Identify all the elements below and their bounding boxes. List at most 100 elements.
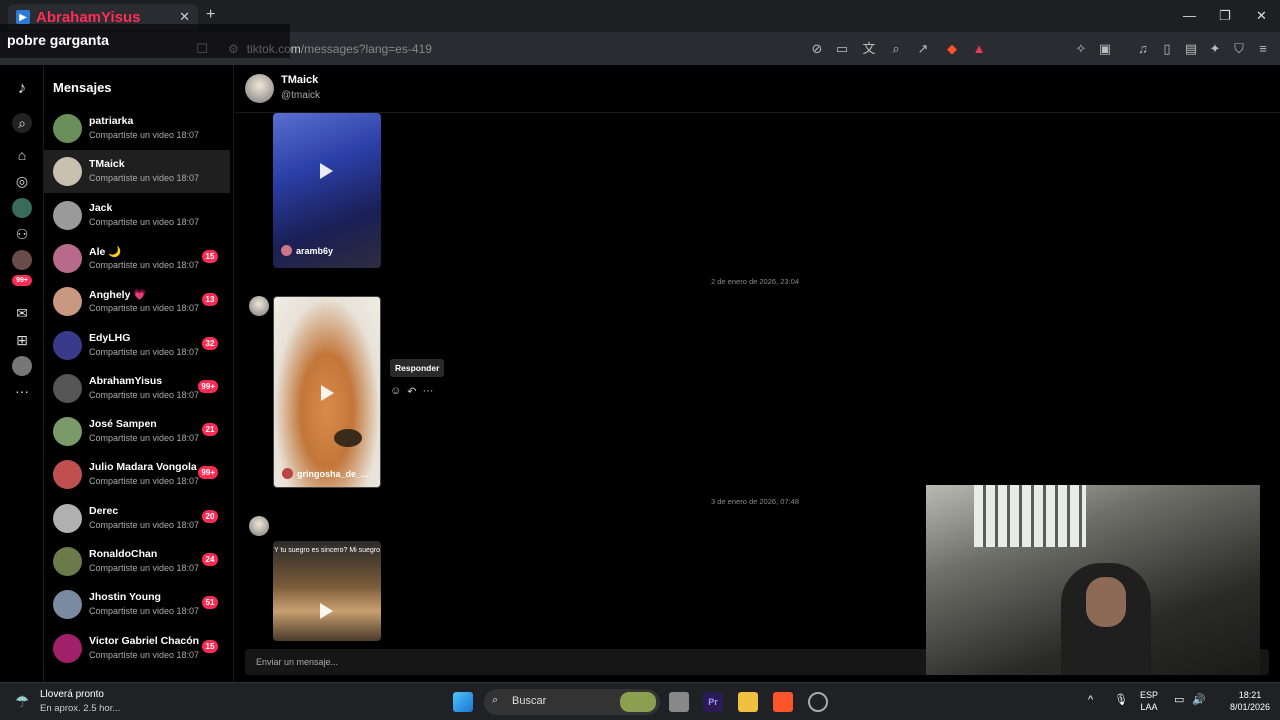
conversation-item[interactable]: AbrahamYisus Compartiste un video 18:07 99… [44, 367, 230, 410]
tab-manager-icon[interactable]: ▣ [1097, 41, 1113, 57]
play-icon [320, 603, 333, 619]
close-window-button[interactable]: ✕ [1256, 8, 1267, 24]
conversation-preview: Compartiste un video 18:07 [89, 606, 200, 617]
conversation-name: Victor Gabriel Chacón [89, 634, 200, 647]
conversation-preview: Compartiste un video 18:07 [89, 389, 200, 400]
vpn-icon[interactable]: ⛉ [1231, 41, 1247, 57]
home-icon[interactable]: ⌂ [12, 145, 32, 165]
message-avatar[interactable] [249, 516, 269, 536]
conversation-item[interactable]: Derec Compartiste un video 18:07 20 [44, 497, 230, 540]
tiktok-logo-icon[interactable]: ♪ [12, 78, 32, 98]
no-camera-icon[interactable]: ⊘ [809, 41, 825, 57]
conversation-avatar [53, 547, 82, 576]
messages-title: Mensajes [53, 80, 112, 95]
brave-icon[interactable] [773, 692, 793, 712]
play-icon [320, 163, 333, 179]
chat-header: TMaick @tmaick [235, 65, 1280, 113]
more-options-icon[interactable]: ··· [422, 385, 433, 398]
share-icon[interactable]: ↗ [915, 41, 931, 57]
conversation-item[interactable]: Jack Compartiste un video 18:07 [44, 194, 230, 237]
search-icon: ⌕ [492, 694, 499, 706]
start-icon[interactable] [453, 692, 473, 712]
following-avatar-icon[interactable] [12, 198, 32, 218]
wallet-icon[interactable]: ▤ [1183, 41, 1199, 57]
conversation-item[interactable]: José Sampen Compartiste un video 18:07 21 [44, 410, 230, 453]
shared-video[interactable]: gringosha_de_... [273, 296, 381, 488]
profile-avatar-icon[interactable] [12, 356, 32, 376]
conversation-avatar [53, 460, 82, 490]
leo-ai-icon[interactable]: ✦ [1207, 41, 1223, 57]
taskbar-search[interactable]: ⌕ Buscar [484, 689, 660, 715]
conversation-item[interactable]: Victor Gabriel Chacón Compartiste un vide… [44, 627, 230, 670]
stream-caption: pobre garganta [0, 24, 290, 58]
conversation-avatar [53, 114, 82, 143]
tab-close-icon[interactable]: ✕ [179, 9, 190, 25]
conversation-preview: Compartiste un video 18:07 [89, 649, 200, 660]
restore-button[interactable]: ❐ [1219, 8, 1231, 24]
tray-chevron-icon[interactable]: ^ [1088, 694, 1093, 706]
network-icon[interactable]: ▭ [1174, 694, 1184, 706]
extensions-icon[interactable]: ✧ [1073, 41, 1089, 57]
conversation-avatar [53, 503, 82, 533]
webcam-face [1086, 577, 1126, 627]
live-icon[interactable] [12, 250, 32, 270]
contact-avatar[interactable] [245, 74, 274, 103]
search-icon[interactable]: ⌕ [12, 113, 32, 133]
tiktok-left-rail: ♪ ⌕ ⌂ ◎ ⚇ 99+ ✉ ⊞ ··· [0, 65, 44, 682]
conversation-item[interactable]: EdyLHG Compartiste un video 18:07 32 [44, 324, 230, 367]
weather-icon[interactable]: ☂ [15, 692, 29, 712]
conversation-name: EdyLHG [89, 331, 131, 344]
language-indicator[interactable]: ESP LAA [1140, 689, 1158, 713]
app-icon[interactable] [808, 692, 828, 712]
conversation-item[interactable]: Ale 🌙 Compartiste un video 18:07 15 [44, 237, 230, 280]
mic-icon[interactable]: 🎙 [1114, 694, 1128, 706]
react-icon[interactable]: ☺ [390, 385, 401, 398]
explore-icon[interactable]: ◎ [12, 171, 32, 191]
conversation-preview: Compartiste un video 18:07 [89, 563, 200, 573]
cast-icon[interactable]: ▭ [834, 41, 850, 57]
conversation-item[interactable]: Jhostin Young Compartiste un video 18:07 5… [44, 583, 230, 626]
translate-icon[interactable]: 文 [861, 41, 877, 57]
shared-video[interactable]: Y tu suegro es sincero? Mi suegro [273, 541, 381, 641]
media-icon[interactable]: ♫ [1135, 41, 1151, 57]
minimize-button[interactable]: — [1183, 8, 1196, 23]
volume-icon[interactable]: 🔊 [1192, 694, 1206, 706]
conversation-item[interactable]: TMaick Compartiste un video 18:07 [44, 150, 230, 194]
contact-name[interactable]: TMaick [281, 74, 318, 86]
file-explorer-icon[interactable] [738, 692, 758, 712]
conversation-avatar [53, 590, 82, 620]
more-icon[interactable]: ··· [12, 381, 32, 401]
conversation-avatar [53, 330, 82, 360]
conversation-preview: Compartiste un video 18:07 [89, 433, 200, 444]
unread-badge: 21 [202, 423, 218, 437]
zoom-icon[interactable]: ⌕ [888, 41, 904, 57]
conversation-name: AbrahamYisus [89, 374, 163, 387]
date-separator: 2 de enero de 2026, 23:04 [711, 277, 799, 286]
conversation-item[interactable]: patriarka Compartiste un video 18:07 [44, 107, 230, 150]
upload-icon[interactable]: ⊞ [12, 330, 32, 350]
conversation-sidebar: Mensajes patriarka Compartiste un video 1… [44, 65, 234, 682]
brave-shields-icon[interactable]: ◆ [944, 41, 960, 57]
task-view-icon[interactable] [669, 692, 689, 712]
clock[interactable]: 18:21 8/01/2026 [1230, 689, 1270, 713]
brave-rewards-icon[interactable]: ▲ [971, 41, 987, 57]
reply-icon[interactable]: ↶ [407, 385, 416, 398]
conversation-item[interactable]: Anghely 💗 Compartiste un video 18:07 13 [44, 280, 230, 323]
activity-badge[interactable]: 99+ [12, 275, 32, 286]
new-tab-button[interactable]: + [206, 6, 215, 24]
unread-badge: 32 [202, 336, 218, 350]
message-avatar[interactable] [249, 296, 269, 316]
conversation-item[interactable]: Julio Madara Vongola Compartiste un video… [44, 453, 230, 496]
weather-title[interactable]: Lloverá pronto [40, 689, 104, 700]
menu-icon[interactable]: ≡ [1255, 41, 1271, 57]
inbox-icon[interactable]: ✉ [12, 303, 32, 323]
video-author: gringosha_de_... [282, 468, 369, 479]
conversation-item[interactable]: RonaldoChan Compartiste un video 18:07 24 [44, 540, 230, 583]
cat-eye [334, 429, 362, 447]
premiere-icon[interactable]: Pr [703, 692, 723, 712]
conversation-avatar [53, 157, 82, 187]
shared-video[interactable]: aramb6y [273, 113, 381, 268]
conversation-preview: Compartiste un video 18:07 [89, 476, 200, 487]
friends-icon[interactable]: ⚇ [12, 224, 32, 244]
sidebar-toggle-icon[interactable]: ▯ [1159, 41, 1175, 57]
